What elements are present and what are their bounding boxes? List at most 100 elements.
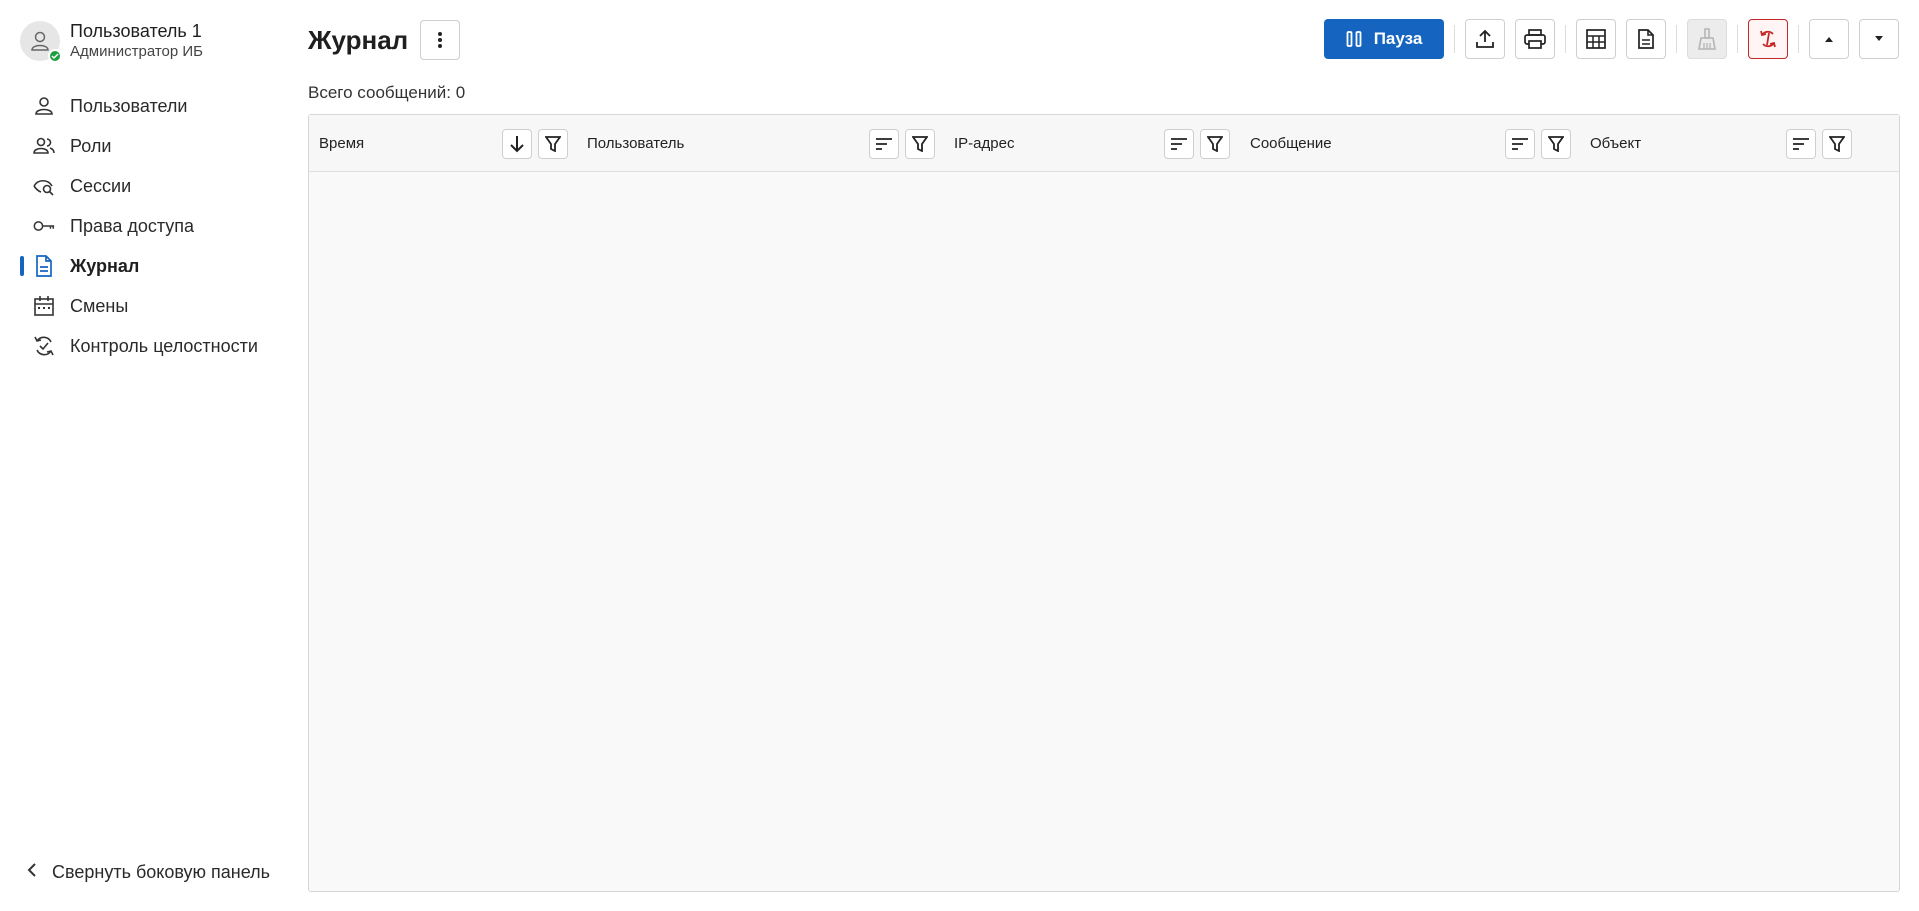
scroll-up-button[interactable] [1809,19,1849,59]
column-controls [1786,129,1858,159]
page-title: Журнал [308,24,409,55]
caret-up-icon [1825,37,1833,42]
avatar [20,21,62,63]
sidebar-item-label: Журнал [70,255,140,276]
sidebar-item-integrity-control[interactable]: Контроль целостности [20,326,280,366]
main-content: Журнал Пауза Всего сообщений: 0 Время По… [308,0,1900,911]
user-card[interactable]: Пользователь 1 Администратор ИБ [20,20,204,63]
sort-button[interactable] [1786,129,1816,159]
sync-check-icon [32,334,56,358]
sync-off-icon [1760,30,1776,48]
table-view-button[interactable] [1576,19,1616,59]
calendar-icon [32,294,56,318]
sort-button[interactable] [502,129,532,159]
toolbar-divider [1565,25,1566,53]
document-icon [1638,29,1654,49]
filter-button[interactable] [905,129,935,159]
user-avatar-icon [31,31,49,51]
table-header: Время Пользователь IP-адрес Сообщение Об… [309,115,1899,172]
filter-icon [1207,136,1223,152]
column-title: Пользователь [587,135,685,152]
upload-icon [1476,29,1494,48]
key-icon [32,214,56,238]
title-row: Журнал [308,20,461,60]
sidebar-item-label: Пользователи [70,95,188,116]
column-header-user[interactable]: Пользователь [587,115,684,172]
collapse-sidebar-button[interactable]: Свернуть боковую панель [26,862,270,883]
filter-button[interactable] [1822,129,1852,159]
collapse-sidebar-label: Свернуть боковую панель [52,862,271,882]
column-controls [502,129,574,159]
eye-search-icon [32,174,56,198]
column-title: Время [319,135,365,152]
toolbar-divider [1676,25,1677,53]
print-button[interactable] [1515,19,1555,59]
pause-button[interactable]: Пауза [1324,19,1444,59]
filter-icon [545,136,561,152]
sidebar-item-journal[interactable]: Журнал [20,246,280,286]
toolbar: Пауза [1324,19,1899,59]
filter-button[interactable] [1200,129,1230,159]
column-controls [869,129,941,159]
online-status-icon [48,49,62,63]
document-icon [32,254,56,278]
column-header-message[interactable]: Сообщение [1250,115,1332,172]
sidebar-item-label: Контроль целостности [70,335,258,356]
sidebar-item-access-rights[interactable]: Права доступа [20,206,280,246]
journal-table: Время Пользователь IP-адрес Сообщение Об… [308,114,1900,892]
more-vertical-icon [438,32,443,48]
caret-down-icon [1875,36,1883,41]
sort-lines-icon [876,138,892,150]
table-icon [1586,29,1606,49]
document-view-button[interactable] [1626,19,1666,59]
toolbar-divider [1454,25,1455,53]
sidebar-item-users[interactable]: Пользователи [20,86,280,126]
chevron-left-icon [26,862,38,883]
broom-icon [1698,28,1716,50]
toolbar-divider [1798,25,1799,53]
sidebar-item-roles[interactable]: Роли [20,126,280,166]
filter-button[interactable] [538,129,568,159]
filter-icon [1829,136,1845,152]
sidebar-nav: Пользователи Роли Сессии Права доступа Ж… [20,86,280,366]
column-title: Объект [1590,135,1642,152]
scroll-down-button[interactable] [1859,19,1899,59]
person-icon [32,94,56,118]
user-name: Пользователь 1 [70,21,202,41]
pause-icon [1346,31,1362,47]
column-header-time[interactable]: Время [319,115,364,172]
sidebar: Пользователь 1 Администратор ИБ Пользова… [0,0,290,911]
filter-icon [1548,136,1564,152]
sort-lines-icon [1793,138,1809,150]
filter-icon [912,136,928,152]
column-title: IP-адрес [954,135,1015,152]
column-controls [1164,129,1236,159]
more-options-button[interactable] [420,20,461,60]
export-button[interactable] [1465,19,1505,59]
clear-button[interactable] [1687,19,1727,59]
sidebar-item-sessions[interactable]: Сессии [20,166,280,206]
sort-button[interactable] [1505,129,1535,159]
toolbar-divider [1737,25,1738,53]
sync-toggle-button[interactable] [1748,19,1788,59]
arrow-down-icon [510,136,524,153]
column-controls [1505,129,1577,159]
column-header-object[interactable]: Объект [1590,115,1641,172]
sort-button[interactable] [1164,129,1194,159]
sidebar-item-label: Сессии [70,175,132,196]
column-title: Сообщение [1250,135,1332,152]
people-icon [32,134,56,158]
sidebar-item-label: Права доступа [70,215,195,236]
pause-label: Пауза [1373,29,1423,48]
sidebar-item-shifts[interactable]: Смены [20,286,280,326]
message-count: Всего сообщений: 0 [308,83,466,102]
user-role: Администратор ИБ [70,43,204,60]
sort-button[interactable] [869,129,899,159]
sort-lines-icon [1171,138,1187,150]
printer-icon [1524,29,1546,49]
filter-button[interactable] [1541,129,1571,159]
sidebar-item-label: Роли [70,135,112,156]
sidebar-item-label: Смены [70,295,129,316]
sort-lines-icon [1512,138,1528,150]
column-header-ip[interactable]: IP-адрес [954,115,1014,172]
